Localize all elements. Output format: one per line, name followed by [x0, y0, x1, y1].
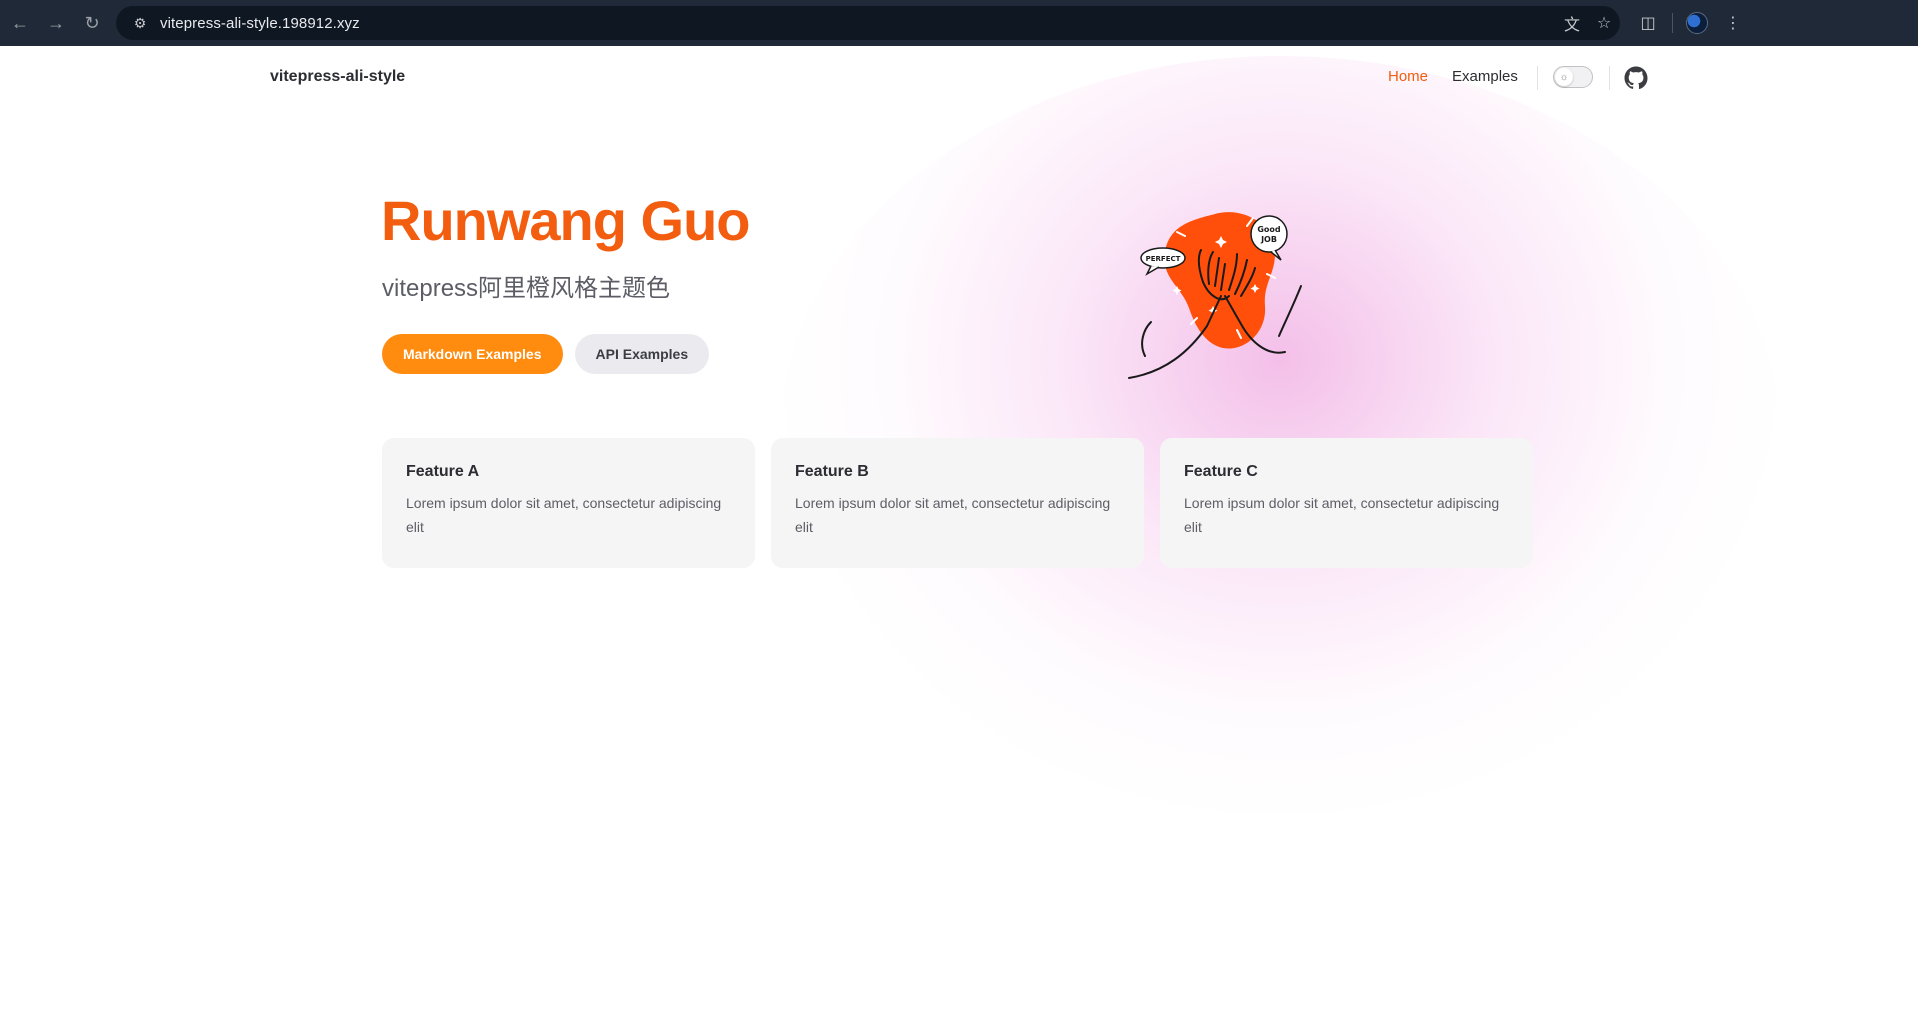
back-icon[interactable]: ← [2, 5, 38, 41]
forward-icon[interactable]: → [38, 5, 74, 41]
nav-divider [1609, 66, 1610, 90]
feature-details: Lorem ipsum dolor sit amet, consectetur … [406, 495, 722, 535]
nav-link-examples[interactable]: Examples [1452, 68, 1518, 85]
address-url[interactable]: vitepress-ali-style.198912.xyz [160, 15, 360, 32]
page-content: vitepress-ali-style Home Examples ☼ Runw… [0, 46, 1918, 1014]
hero-name: Runwang Guo [381, 189, 751, 252]
feature-title: Feature A [406, 463, 480, 480]
feature-card: Feature C Lorem ipsum dolor sit amet, co… [1160, 438, 1533, 568]
hero-tagline: vitepress阿里橙风格主题色 [382, 275, 671, 302]
sun-icon: ☼ [1555, 68, 1573, 86]
feature-card: Feature A Lorem ipsum dolor sit amet, co… [382, 438, 755, 568]
browser-toolbar: ← → ↻ ⚙ vitepress-ali-style.198912.xyz 文… [0, 0, 1918, 46]
nav-divider [1537, 66, 1538, 90]
feature-title: Feature B [795, 463, 869, 480]
profile-avatar[interactable] [1679, 5, 1715, 41]
address-bar[interactable]: ⚙ vitepress-ali-style.198912.xyz 文 ☆ [116, 6, 1620, 40]
extensions-icon[interactable]: ◫ [1630, 5, 1666, 41]
feature-details: Lorem ipsum dolor sit amet, consectetur … [1184, 495, 1500, 535]
bubble-perfect-text: PERFECT [1146, 255, 1181, 263]
api-examples-button[interactable]: API Examples [574, 334, 710, 374]
appearance-toggle[interactable]: ☼ [1553, 66, 1593, 88]
toolbar-separator [1672, 13, 1673, 33]
translate-icon[interactable]: 文 [1556, 7, 1588, 39]
bubble-job-text: JOB [1260, 235, 1277, 244]
nav-link-home[interactable]: Home [1388, 68, 1428, 85]
hero-actions: Markdown Examples API Examples [382, 334, 710, 374]
feature-details: Lorem ipsum dolor sit amet, consectetur … [795, 495, 1111, 535]
github-icon[interactable] [1624, 66, 1648, 90]
nav-links: Home Examples [1388, 68, 1542, 85]
site-navbar: vitepress-ali-style Home Examples ☼ [0, 46, 1918, 110]
markdown-examples-button[interactable]: Markdown Examples [382, 334, 563, 374]
bookmark-star-icon[interactable]: ☆ [1588, 7, 1620, 39]
feature-title: Feature C [1184, 463, 1258, 480]
menu-kebab-icon[interactable]: ⋮ [1715, 5, 1751, 41]
reload-icon[interactable]: ↻ [74, 5, 110, 41]
high-five-illustration: PERFECT Good JOB [1128, 212, 1302, 379]
bubble-good-text: Good [1257, 225, 1281, 234]
site-title[interactable]: vitepress-ali-style [270, 68, 405, 86]
site-settings-icon[interactable]: ⚙ [128, 11, 152, 35]
features-grid: Feature A Lorem ipsum dolor sit amet, co… [382, 438, 1533, 568]
feature-card: Feature B Lorem ipsum dolor sit amet, co… [771, 438, 1144, 568]
